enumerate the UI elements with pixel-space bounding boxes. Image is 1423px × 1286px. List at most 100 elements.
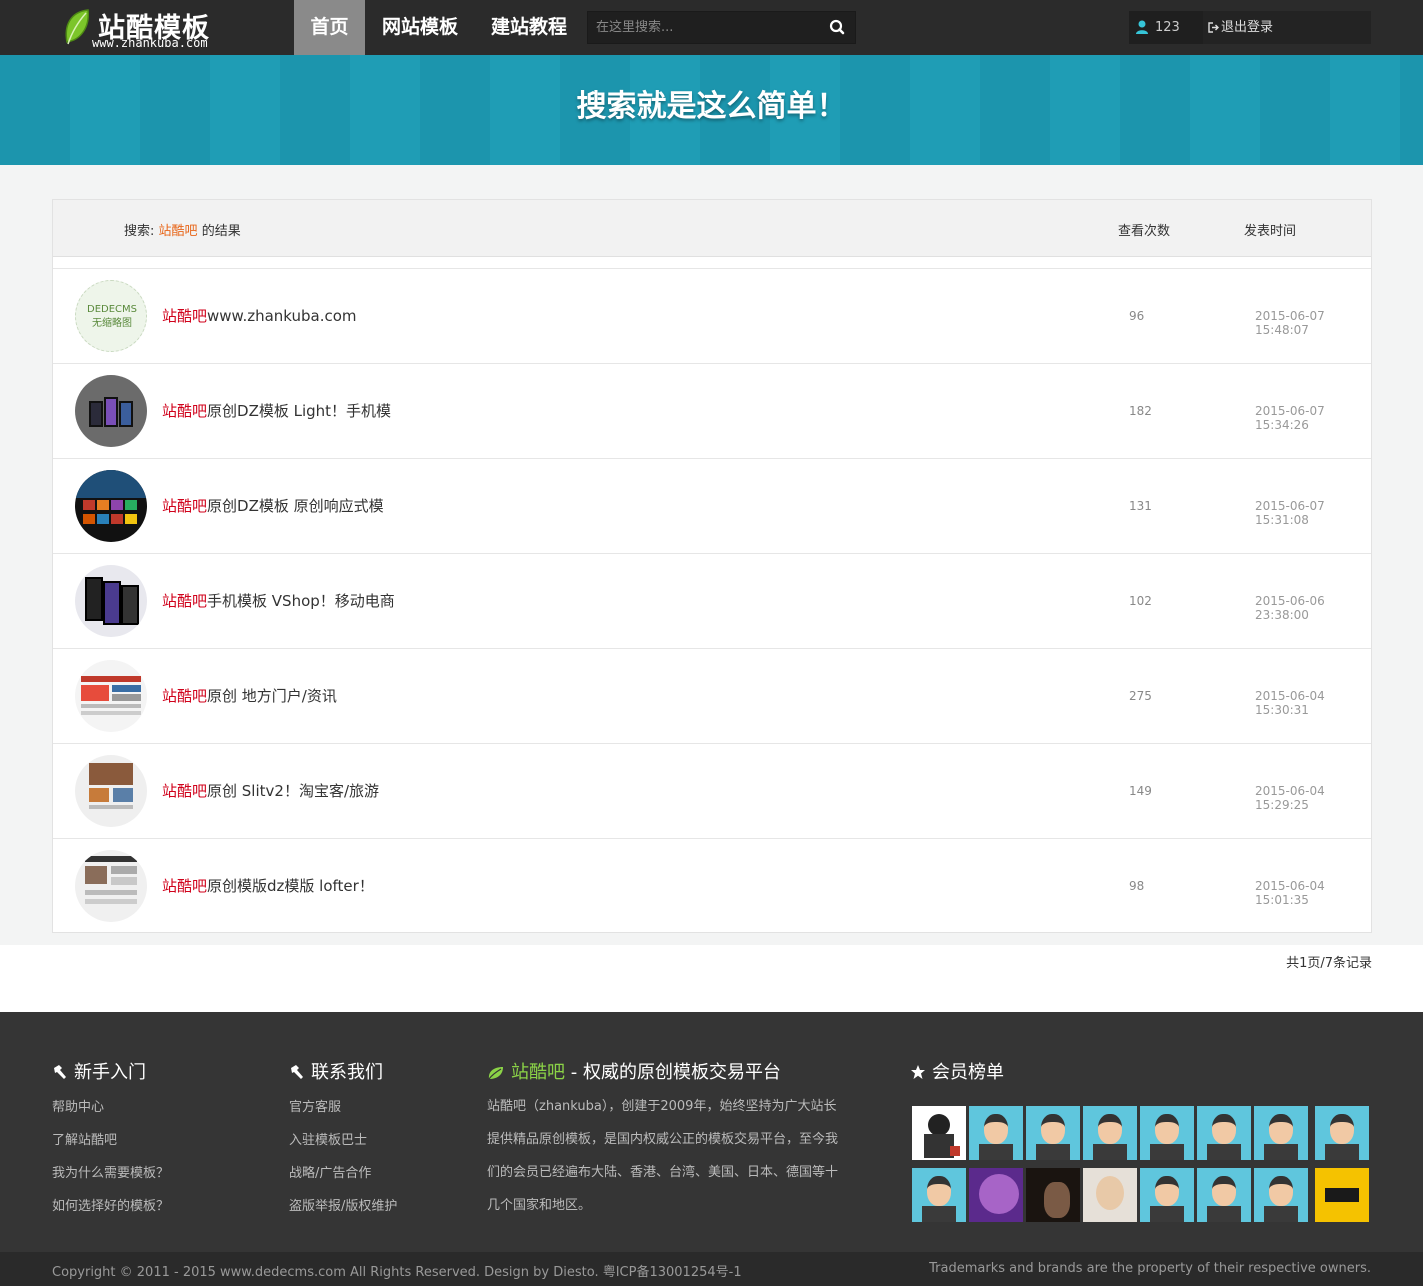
- footer-link[interactable]: 战略/广告合作: [289, 1163, 397, 1185]
- views-column-header: 查看次数: [1118, 224, 1171, 239]
- result-row[interactable]: 站酷吧手机模板 VShop！移动电商 102 2015-06-06 23:38:…: [53, 553, 1371, 648]
- result-title[interactable]: 站酷吧原创模版dz模版 lofter！: [162, 875, 374, 896]
- member-avatar[interactable]: [1254, 1106, 1308, 1160]
- member-avatar[interactable]: [969, 1168, 1023, 1222]
- trademark-text: Trademarks and brands are the property o…: [929, 1261, 1371, 1276]
- leaf-logo-icon: [65, 9, 89, 45]
- result-thumbnail[interactable]: [75, 755, 147, 827]
- footer-link[interactable]: 盗版举报/版权维护: [289, 1196, 397, 1218]
- member-avatar[interactable]: [1140, 1106, 1194, 1160]
- result-thumbnail[interactable]: [75, 660, 147, 732]
- member-avatar[interactable]: [1083, 1106, 1137, 1160]
- result-thumbnail[interactable]: [75, 565, 147, 637]
- search-icon: [829, 19, 845, 35]
- pagination-info: 共1页/7条记录: [1286, 956, 1372, 971]
- result-views: 275: [1129, 689, 1152, 703]
- member-avatar[interactable]: [1315, 1106, 1369, 1160]
- result-date: 2015-06-07 15:34:26: [1255, 404, 1325, 432]
- result-title[interactable]: 站酷吧原创 Slitv2！淘宝客/旅游: [162, 780, 379, 801]
- result-date: 2015-06-06 23:38:00: [1255, 594, 1325, 622]
- member-avatar[interactable]: [912, 1106, 966, 1160]
- member-avatar[interactable]: [1315, 1168, 1369, 1222]
- result-keyword: 站酷吧: [162, 687, 208, 705]
- member-avatar[interactable]: [969, 1106, 1023, 1160]
- member-avatar[interactable]: [1254, 1168, 1308, 1222]
- result-date: 2015-06-07 15:31:08: [1255, 499, 1325, 527]
- footer-members-column: 会员榜单: [910, 1060, 1380, 1230]
- member-avatar[interactable]: [1026, 1168, 1080, 1222]
- query-suffix: 的结果: [201, 224, 241, 239]
- leaf-icon: [488, 1067, 503, 1080]
- result-thumbnail[interactable]: [75, 850, 147, 922]
- member-avatar[interactable]: [1197, 1168, 1251, 1222]
- result-row[interactable]: 站酷吧原创DZ模板 Light！手机模 182 2015-06-07 15:34…: [53, 363, 1371, 458]
- footer: 新手入门 帮助中心 了解站酷吧 我为什么需要模板？ 如何选择好的模板？ 联系我们…: [0, 1012, 1423, 1286]
- result-title-text: 原创 地方门户/资讯: [207, 687, 337, 705]
- result-title[interactable]: 站酷吧www.zhankuba.com: [162, 305, 357, 326]
- member-avatar[interactable]: [1026, 1106, 1080, 1160]
- result-keyword: 站酷吧: [162, 402, 208, 420]
- nav-website-templates[interactable]: 网站模板: [365, 0, 475, 55]
- footer-heading-text: 会员榜单: [932, 1062, 1004, 1083]
- results-panel: 搜索: 站酷吧 的结果 查看次数 发表时间 DEDECMS 无缩略图 站酷吧ww…: [52, 199, 1372, 933]
- result-keyword: 站酷吧: [162, 592, 208, 610]
- result-keyword: 站酷吧: [162, 497, 208, 515]
- result-row[interactable]: 站酷吧原创 地方门户/资讯 275 2015-06-04 15:30:31: [53, 648, 1371, 743]
- member-avatar[interactable]: [1140, 1168, 1194, 1222]
- site-logo[interactable]: 站酷模板 www.zhankuba.com: [60, 4, 230, 52]
- result-row[interactable]: 站酷吧原创DZ模板 原创响应式模 131 2015-06-07 15:31:08: [53, 458, 1371, 553]
- result-thumbnail[interactable]: DEDECMS 无缩略图: [75, 280, 147, 352]
- result-views: 149: [1129, 784, 1152, 798]
- result-thumbnail[interactable]: [75, 470, 147, 542]
- sign-out-icon: [1208, 22, 1219, 33]
- copyright-bar: Copyright © 2011 - 2015 www.dedecms.com …: [0, 1252, 1423, 1286]
- member-avatar[interactable]: [912, 1168, 966, 1222]
- result-row[interactable]: DEDECMS 无缩略图 站酷吧www.zhankuba.com 96 2015…: [53, 268, 1371, 363]
- footer-about-text: 站酷吧（zhankuba），创建于2009年，始终坚持为广大站长提供精品原创模板…: [487, 1099, 839, 1213]
- result-views: 98: [1129, 879, 1145, 893]
- result-row[interactable]: 站酷吧原创 Slitv2！淘宝客/旅游 149 2015-06-04 15:29…: [53, 743, 1371, 838]
- footer-heading: 站酷吧 - 权威的原创模板交易平台: [487, 1060, 847, 1086]
- footer-heading-text: 新手入门: [74, 1062, 146, 1083]
- result-date: 2015-06-04 15:01:35: [1255, 879, 1325, 907]
- result-keyword: 站酷吧: [162, 782, 208, 800]
- footer-heading-text: - 权威的原创模板交易平台: [565, 1062, 781, 1083]
- footer-link[interactable]: 官方客服: [289, 1097, 397, 1119]
- top-navbar: 站酷模板 www.zhankuba.com 首页 网站模板 建站教程 123 退: [0, 0, 1423, 55]
- username: 123: [1155, 20, 1180, 35]
- footer-about-column: 站酷吧 - 权威的原创模板交易平台 站酷吧（zhankuba），创建于2009年…: [487, 1060, 847, 1222]
- logout-button[interactable]: 退出登录: [1203, 11, 1371, 44]
- footer-brand: 站酷吧: [511, 1062, 565, 1083]
- result-views: 131: [1129, 499, 1152, 513]
- user-icon: [1136, 20, 1148, 34]
- result-views: 182: [1129, 404, 1152, 418]
- main-content: 搜索: 站酷吧 的结果 查看次数 发表时间 DEDECMS 无缩略图 站酷吧ww…: [0, 165, 1423, 945]
- footer-link[interactable]: 了解站酷吧: [52, 1130, 169, 1152]
- nav-home[interactable]: 首页: [294, 0, 365, 55]
- result-row[interactable]: 站酷吧原创模版dz模版 lofter！ 98 2015-06-04 15:01:…: [53, 838, 1371, 933]
- search-input[interactable]: [588, 12, 818, 43]
- search-button[interactable]: [819, 12, 855, 43]
- result-date: 2015-06-04 15:29:25: [1255, 784, 1325, 812]
- user-account[interactable]: 123: [1129, 11, 1201, 44]
- footer-heading: 联系我们: [289, 1060, 397, 1086]
- member-avatar[interactable]: [1083, 1168, 1137, 1222]
- result-thumbnail[interactable]: [75, 375, 147, 447]
- member-avatar[interactable]: [1197, 1106, 1251, 1160]
- search-banner: 搜索就是这么简单！: [0, 55, 1423, 165]
- footer-link[interactable]: 入驻模板巴士: [289, 1130, 397, 1152]
- result-title[interactable]: 站酷吧原创DZ模板 Light！手机模: [162, 400, 391, 421]
- query-keyword: 站酷吧: [158, 224, 198, 239]
- footer-link[interactable]: 如何选择好的模板？: [52, 1196, 169, 1218]
- hammer-icon: [54, 1065, 66, 1079]
- result-title[interactable]: 站酷吧手机模板 VShop！移动电商: [162, 590, 395, 611]
- result-title[interactable]: 站酷吧原创DZ模板 原创响应式模: [162, 495, 384, 516]
- nav-tutorials[interactable]: 建站教程: [475, 0, 583, 55]
- result-title[interactable]: 站酷吧原创 地方门户/资讯: [162, 685, 337, 706]
- results-header: 搜索: 站酷吧 的结果 查看次数 发表时间: [53, 200, 1371, 257]
- footer-link[interactable]: 帮助中心: [52, 1097, 169, 1119]
- banner-title: 搜索就是这么简单！: [576, 89, 847, 124]
- footer-link[interactable]: 我为什么需要模板？: [52, 1163, 169, 1185]
- logout-label: 退出登录: [1221, 20, 1274, 35]
- thumbnail-placeholder-text: DEDECMS 无缩略图: [87, 304, 137, 329]
